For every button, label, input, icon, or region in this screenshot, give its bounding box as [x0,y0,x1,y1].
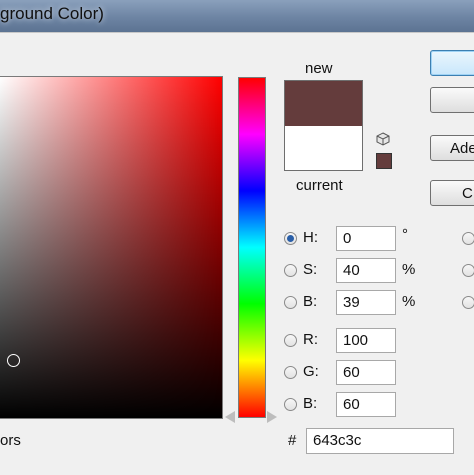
r-input[interactable]: 100 [336,328,396,353]
title-bar: ground Color) [0,0,474,33]
lab-b-radio[interactable] [462,296,474,309]
r-radio[interactable] [284,334,297,347]
hue-slider-left-handle[interactable] [225,411,235,423]
g-label: G: [303,363,319,380]
s-radio[interactable] [284,264,297,277]
current-color-swatch[interactable] [285,126,362,170]
web-safe-color-swatch[interactable] [376,153,392,169]
s-label: S: [303,261,318,278]
cube-icon[interactable] [376,132,390,146]
h-label: H: [303,229,318,246]
blue-label: B: [303,395,318,412]
hue-slider[interactable] [238,77,266,418]
lab-l-radio[interactable] [462,232,474,245]
s-input[interactable]: 40 [336,258,396,283]
window-title: ground Color) [0,4,104,23]
new-color-swatch [285,81,362,126]
b-unit: % [402,293,416,310]
b-radio[interactable] [284,296,297,309]
hue-slider-right-handle[interactable] [267,411,277,423]
color-field[interactable] [0,76,223,419]
h-radio[interactable] [284,232,297,245]
h-input[interactable]: 0 [336,226,396,251]
add-to-swatches-label: Ade [450,140,474,157]
color-field-cursor[interactable] [7,354,20,367]
color-libraries-label: C [462,185,473,202]
g-radio[interactable] [284,366,297,379]
blue-radio[interactable] [284,398,297,411]
color-libraries-button[interactable]: C [430,180,474,206]
s-unit: % [402,261,416,278]
only-web-colors-label[interactable]: ors [0,432,21,449]
g-input[interactable]: 60 [336,360,396,385]
b-input[interactable]: 39 [336,290,396,315]
cancel-button[interactable] [430,87,474,113]
hex-input[interactable]: 643c3c [306,428,454,454]
new-color-label: new [305,60,333,77]
hex-label: # [288,432,297,449]
add-to-swatches-button[interactable]: Ade [430,135,474,161]
lab-a-radio[interactable] [462,264,474,277]
h-unit: ° [402,226,408,243]
blue-input[interactable]: 60 [336,392,396,417]
r-label: R: [303,331,318,348]
b-label: B: [303,293,318,310]
ok-button[interactable] [430,50,474,76]
current-color-label: current [296,177,343,194]
color-swatch [284,80,363,171]
